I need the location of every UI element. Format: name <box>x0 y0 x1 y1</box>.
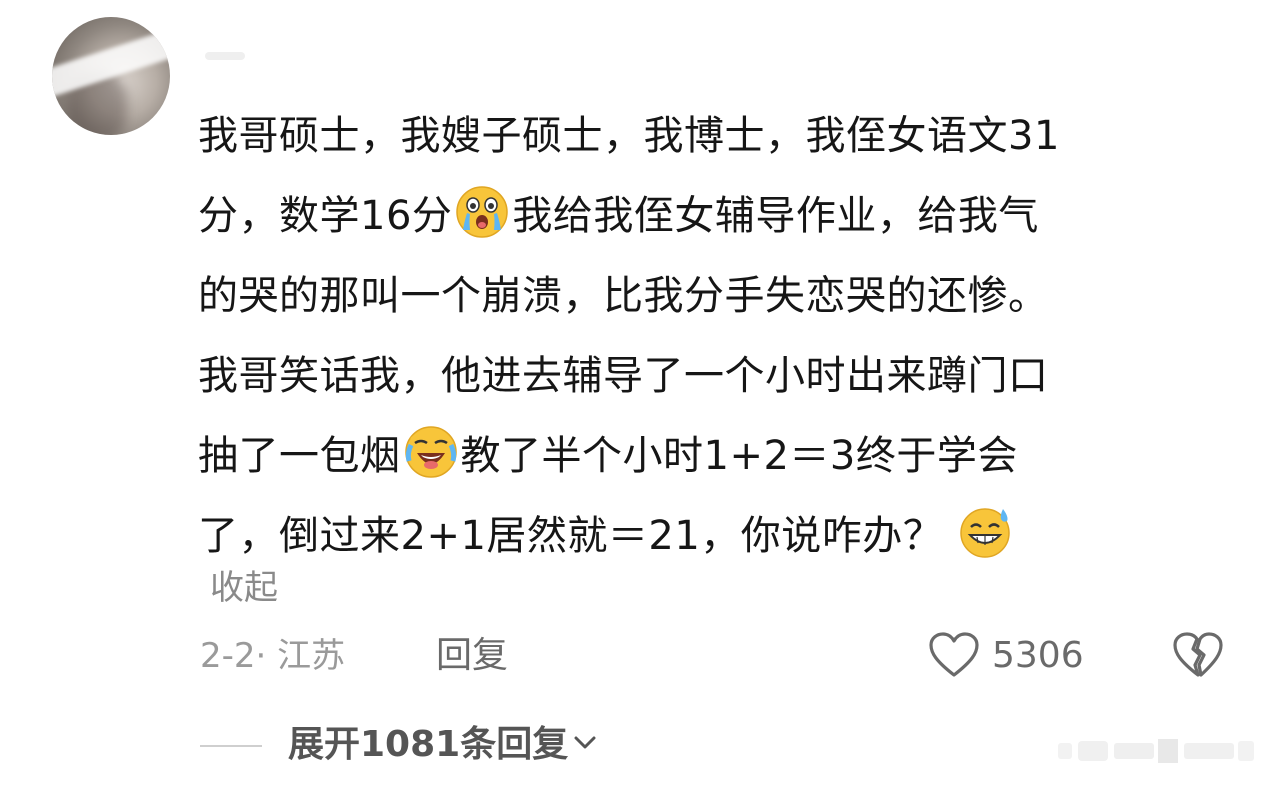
watermark-logo <box>1058 739 1254 763</box>
divider-line <box>200 745 262 747</box>
comment-line: 分，数学16分 我给我侄女辅导作业，给我气 <box>198 176 1223 256</box>
comment-line: 抽了一包烟 教了半个小时1+2＝3终于学会 <box>198 416 1223 496</box>
heart-icon[interactable] <box>928 631 980 679</box>
comment-line: 我哥笑话我，他进去辅导了一个小时出来蹲门口 <box>198 353 1049 399</box>
comment-line: 我哥硕士，我嫂子硕士，我博士，我侄女语文31 <box>198 113 1060 159</box>
collapse-link[interactable]: 收起 <box>210 564 278 612</box>
comment-line: 的哭的那叫一个崩溃，比我分手失恋哭的还惨。 <box>198 273 1049 319</box>
comment-text: 我哥硕士，我嫂子硕士，我博士，我侄女语文31 分，数学16分 我给我侄女辅导作业… <box>198 96 1223 576</box>
chevron-down-icon <box>574 736 596 749</box>
expand-replies-button[interactable]: 展开1081条回复 <box>288 720 596 770</box>
reply-button[interactable]: 回复 <box>436 632 508 680</box>
comment-line: 了，倒过来2+1居然就＝21，你说咋办？ <box>198 496 1223 576</box>
laughing-crying-emoji-icon <box>404 426 457 478</box>
crying-emoji-icon <box>456 186 509 238</box>
broken-heart-icon[interactable] <box>1172 631 1224 679</box>
expand-replies-label: 展开1081条回复 <box>288 724 569 765</box>
sweat-smile-emoji-icon <box>960 508 1011 558</box>
avatar[interactable] <box>52 17 170 135</box>
comment-date-location: 2-2· 江苏 <box>200 636 346 676</box>
like-count: 5306 <box>992 635 1084 676</box>
username-placeholder[interactable] <box>205 52 245 60</box>
